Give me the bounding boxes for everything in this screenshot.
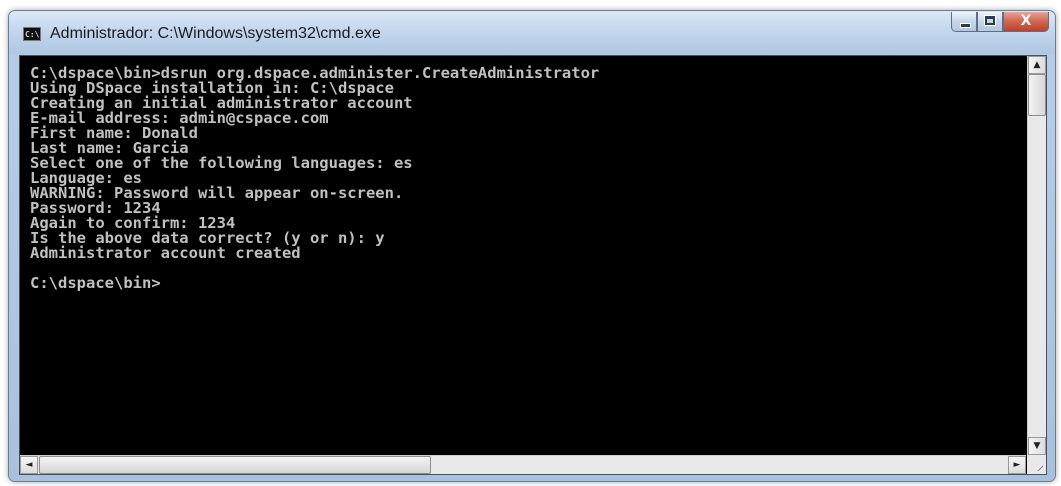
arrow-left-icon: ◄ bbox=[25, 460, 33, 470]
horizontal-scrollbar[interactable]: ◄ ► bbox=[20, 455, 1026, 474]
console-line: Select one of the following languages: e… bbox=[30, 154, 413, 172]
console-text: C:\dspace\bin>dsrun org.dspace.administe… bbox=[20, 56, 1026, 291]
console-prompt: C:\dspace\bin> bbox=[30, 274, 161, 292]
arrow-down-icon: ▼ bbox=[1033, 441, 1041, 451]
scroll-up-button[interactable]: ▲ bbox=[1028, 56, 1046, 74]
scroll-left-button[interactable]: ◄ bbox=[20, 456, 38, 474]
title-bar[interactable]: C:\ Administrador: C:\Windows\system32\c… bbox=[9, 11, 1055, 54]
minimize-button[interactable] bbox=[951, 12, 977, 32]
close-icon: X bbox=[1020, 13, 1032, 29]
vertical-scroll-thumb[interactable] bbox=[1028, 74, 1046, 116]
cmd-app-icon[interactable]: C:\ bbox=[23, 27, 41, 41]
minimize-icon bbox=[960, 23, 971, 28]
console-line: WARNING: Password will appear on-screen. bbox=[30, 184, 404, 202]
horizontal-scroll-thumb[interactable] bbox=[39, 456, 431, 474]
scroll-right-button[interactable]: ► bbox=[1008, 456, 1026, 474]
console-output[interactable]: C:\dspace\bin>dsrun org.dspace.administe… bbox=[20, 56, 1026, 455]
resize-grip-icon[interactable] bbox=[1027, 455, 1046, 474]
arrow-up-icon: ▲ bbox=[1033, 60, 1041, 70]
console-frame: C:\dspace\bin>dsrun org.dspace.administe… bbox=[19, 55, 1047, 475]
scroll-down-button[interactable]: ▼ bbox=[1028, 437, 1046, 455]
vertical-scrollbar[interactable]: ▲ ▼ bbox=[1027, 56, 1046, 455]
caption-buttons: X bbox=[951, 12, 1049, 34]
maximize-button[interactable] bbox=[977, 12, 1003, 32]
window-title: Administrador: C:\Windows\system32\cmd.e… bbox=[50, 25, 381, 42]
cmd-window: C:\ Administrador: C:\Windows\system32\c… bbox=[8, 10, 1056, 482]
console-line: Administrator account created bbox=[30, 244, 301, 262]
arrow-right-icon: ► bbox=[1013, 460, 1021, 470]
close-button[interactable]: X bbox=[1003, 12, 1049, 32]
maximize-icon bbox=[984, 15, 996, 26]
